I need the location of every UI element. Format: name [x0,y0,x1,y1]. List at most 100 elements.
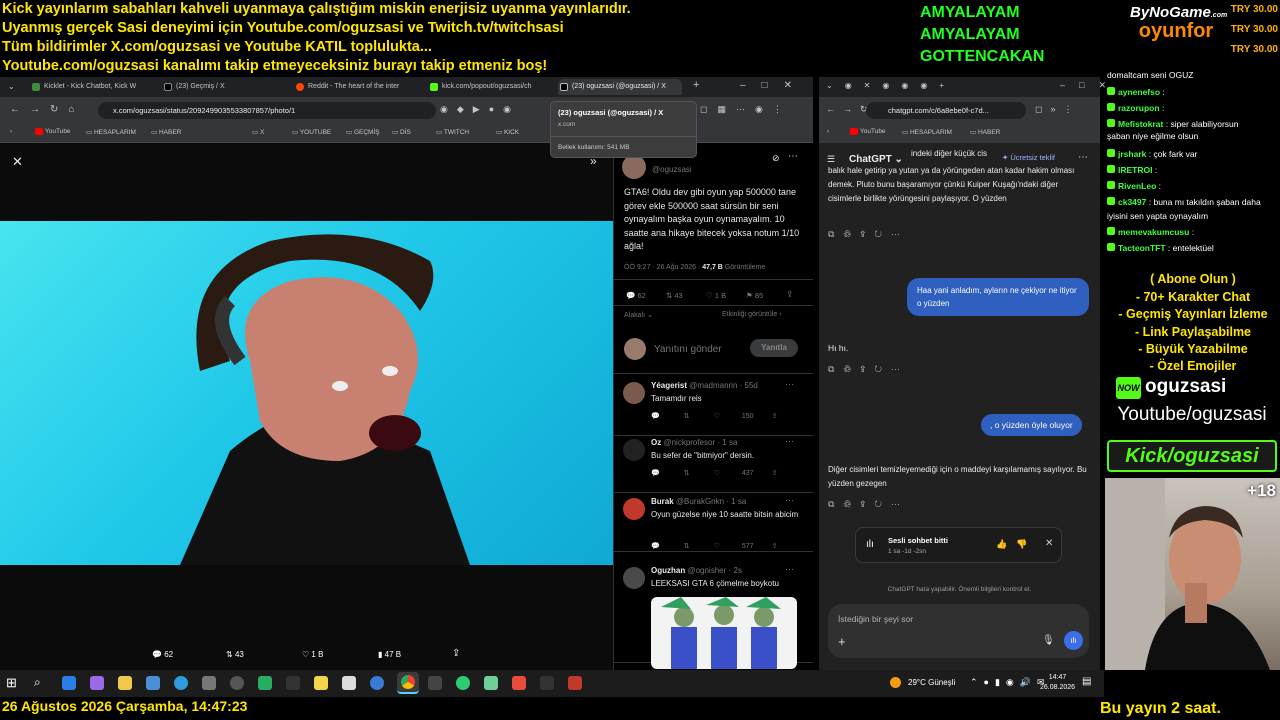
edge-icon[interactable] [174,676,188,690]
bookmark-youtube[interactable]: YouTube [35,128,71,135]
grok-icon[interactable]: ⊘ [772,153,780,164]
search-icon[interactable]: ⌕ [34,675,41,690]
right-bookmark-arrow[interactable]: › [827,128,829,135]
chat-username[interactable]: RivenLeo [1118,181,1156,191]
window-controls[interactable]: –□✕ [740,80,808,91]
start-icon[interactable]: ⊞ [6,675,17,691]
weather[interactable]: 29°C Güneşli [908,678,955,687]
plus-icon[interactable]: + [838,634,846,649]
reply-avatar[interactable] [623,498,645,520]
new-tab-button[interactable]: + [693,79,699,91]
chat-username[interactable]: memevakumcusu [1118,227,1189,237]
notification-icon[interactable]: ▤ [1082,676,1091,687]
share-icon[interactable]: ⇪ [452,648,460,659]
reply-more-icon[interactable]: ⋯ [785,564,794,575]
toolbar-right-icons[interactable]: ◻▦⋯◉⋮ [700,104,792,115]
chat-username[interactable]: IRETROI [1118,165,1152,175]
taskbar-app-9[interactable] [286,676,300,690]
photo-like-action[interactable]: ♡ 1 B [302,650,323,659]
message-actions-2[interactable]: ⧉♲⇪↻⋯ [828,364,909,375]
bookmarks-arrow-icon[interactable]: › [10,128,12,135]
close-icon[interactable]: ✕ [12,154,23,170]
reply-button[interactable]: Yanıtla [750,339,798,357]
tab-gecmis[interactable]: (23) Geçmiş / X [162,79,288,95]
camera-icon[interactable] [202,676,216,690]
reply-more-icon[interactable]: ⋯ [785,436,794,447]
reply-item[interactable]: Yéagerist @madmanrin · 55d ⋯ Tamamdır reis… [613,378,813,436]
chatgpt-composer[interactable]: İstediğin bir şeyi sor + 🎙 ılı [828,604,1089,658]
taskbar-app-19[interactable] [568,676,582,690]
tab-reddit[interactable]: Reddit - The heart of the inter [294,79,420,95]
clock[interactable]: 14:47 26.08.2026 [1040,673,1075,693]
tab-oguzsasi-active[interactable]: (23) oguzsasi (@oguzsasi) / X [558,79,682,95]
reply-item[interactable]: Oz @nickprofesor · 1 sa ⋯ Bu sefer de "bit… [613,435,813,493]
reply-actions[interactable]: 💬 ⇅ ♡ 150 ⇪ [651,412,801,420]
bookmark-gecmis[interactable]: ▭ GEÇMİŞ [346,128,380,136]
tab-kick-popout[interactable]: kick.com/popout/oguzsasi/ch [428,79,550,95]
tab-search-icon[interactable]: ⌄ [8,82,15,91]
right-bookmark-youtube[interactable]: YouTube [850,128,886,135]
chat-username[interactable]: TacteonTFT [1118,243,1166,253]
voice-mode-button[interactable]: ılı [1064,631,1083,650]
chat-username[interactable]: Mefistokrat [1118,119,1163,129]
right-address-bar[interactable]: chatgpt.com/c/6a8ebe0f-c7d... [866,102,1026,119]
bookmark-kick[interactable]: ▭ KICK [496,128,519,136]
taskbar-app-12[interactable] [370,676,384,690]
right-tab-icons[interactable]: ⌄◉✕◉◉◉+ [826,81,956,90]
voice-close-icon[interactable]: ✕ [1045,538,1053,549]
taskbar-app-11[interactable] [342,676,356,690]
chat-username[interactable]: razorupon [1118,103,1160,113]
author-handle[interactable]: @oguzsasi [652,165,692,174]
microphone-icon[interactable]: 🎙 [1042,635,1055,646]
reply-actions[interactable]: 💬 ⇅ ♡ 437 ⇪ [651,469,801,477]
tab-kicklet[interactable]: Kicklet - Kick Chatbot, Kick W [30,79,158,95]
chat-username[interactable]: aynenefso [1118,87,1160,97]
reply-actions[interactable]: 💬 ⇅ ♡ 577 ⇪ [651,542,801,550]
extension-icons[interactable]: ◉◆▶●◉ [440,104,520,115]
taskbar-app-8[interactable] [258,676,272,690]
chat-username[interactable]: jrshark [1118,149,1146,159]
reply-input[interactable]: Yanıtını gönder [654,344,722,355]
tweet-share-icon[interactable]: ⇪ [786,289,794,300]
folder-icon[interactable] [118,676,132,690]
taskbar-app-15[interactable] [456,676,470,690]
tweet-bookmark-count[interactable]: ⚑ 85 [746,291,763,300]
taskbar-app-2[interactable] [90,676,104,690]
voice-feedback-icons[interactable]: 👍👎 [996,539,1036,550]
chrome-taskbar-active[interactable] [397,672,419,694]
bookmark-hesaplarim[interactable]: ▭ HESAPLARIM [86,128,136,136]
taskbar-app-4[interactable] [146,676,160,690]
free-offer-button[interactable]: ✦ Ücretsiz teklif [1002,153,1055,162]
bookmark-twitch[interactable]: ▭ TWITCH [436,128,469,136]
related-dropdown[interactable]: Alakalı ⌄ [624,311,653,319]
left-address-bar[interactable]: x.com/oguzsasi/status/209249903553380785… [98,102,436,119]
photo-reply-action[interactable]: 💬 62 [152,650,173,659]
taskbar-app-16[interactable] [484,676,498,690]
taskbar-app-18[interactable] [540,676,554,690]
message-actions-3[interactable]: ⧉♲⇪↻⋯ [828,499,909,510]
reply-image[interactable] [651,597,797,669]
right-toolbar-icons[interactable]: ◻»⋮ [1035,104,1080,115]
bookmark-x[interactable]: ▭ X [252,128,264,136]
right-bookmark-hesaplarim[interactable]: ▭ HESAPLARIM [902,128,952,136]
chat-more-icon[interactable]: ⋯ [1078,152,1088,163]
tweet-repost-count[interactable]: ⇅ 43 [666,291,683,300]
taskbar-app-10[interactable] [314,676,328,690]
bookmark-youtube-folder[interactable]: ▭ YOUTUBE [292,128,331,136]
right-bookmark-haber[interactable]: ▭ HABER [970,128,1000,136]
taskbar-app-14[interactable] [428,676,442,690]
reply-more-icon[interactable]: ⋯ [785,379,794,390]
taskbar-app-1[interactable] [62,676,76,690]
obs-icon[interactable] [230,676,244,690]
photo-repost-action[interactable]: ⇅ 43 [226,650,244,659]
nav-buttons[interactable]: ←→↻⌂ [10,104,84,115]
chat-username[interactable]: ck3497 [1118,197,1146,207]
view-activity-link[interactable]: Etkinliği görüntüle › [722,311,782,318]
tray-icons[interactable]: ⌃●▮◉🔊✉ [970,677,1051,688]
author-avatar[interactable] [622,155,646,179]
reply-avatar[interactable] [623,439,645,461]
tweet-reply-count[interactable]: 💬 62 [626,291,646,300]
message-actions-1[interactable]: ⧉♲⇪↻⋯ [828,229,909,240]
bookmark-dis[interactable]: ▭ DİS [392,128,411,136]
composer-input[interactable]: İstediğin bir şeyi sor [838,614,913,624]
